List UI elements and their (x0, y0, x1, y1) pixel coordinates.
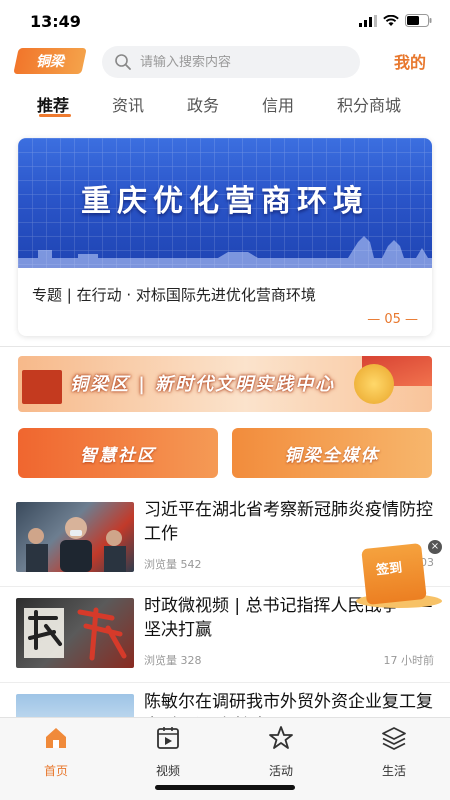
nav-home[interactable]: 首页 (26, 724, 86, 779)
banner-caption[interactable]: 专题 | 在行动 · 对标国际先进优化营商环境 (32, 284, 316, 305)
search-input[interactable] (140, 54, 340, 70)
status-icons (359, 14, 432, 27)
nav-activity-label: 活动 (268, 764, 293, 778)
tab-recommend[interactable]: 推荐 (37, 92, 69, 116)
tab-points-mall[interactable]: 积分商城 (337, 92, 401, 116)
tongliang-media-button[interactable]: 铜梁全媒体 (232, 428, 432, 478)
party-emblem-icon (354, 364, 394, 404)
video-icon (157, 727, 179, 749)
news-time: 17 小时前 (383, 654, 435, 667)
tiananmen-graphic (22, 370, 62, 404)
active-tab-indicator (39, 114, 71, 117)
search-icon (115, 54, 131, 70)
smart-community-button[interactable]: 智慧社区 (18, 428, 218, 478)
daily-signin-widget[interactable]: 签到 × (356, 540, 444, 612)
banner-page-indicator: — 05 — (367, 312, 418, 327)
home-indicator (155, 785, 295, 790)
wifi-icon (383, 14, 399, 26)
tab-credit[interactable]: 信用 (262, 92, 294, 116)
nav-video[interactable]: 视频 (138, 724, 198, 779)
status-bar: 13:49 (0, 0, 450, 44)
category-tabs: 推荐 资讯 政务 信用 积分商城 (0, 88, 450, 122)
news-title: 习近平在湖北省考察新冠肺炎疫情防控工作 (144, 500, 433, 544)
nav-activity[interactable]: 活动 (251, 724, 311, 779)
battery-icon (405, 14, 432, 27)
layers-icon (382, 727, 406, 750)
news-view-count: 浏览量 542 (144, 558, 202, 571)
nav-life-label: 生活 (381, 764, 406, 778)
signin-label: 签到 (375, 560, 403, 579)
status-time: 13:49 (30, 12, 81, 31)
logo-text: 铜梁 (36, 54, 64, 70)
search-bar[interactable] (102, 46, 360, 78)
home-icon (46, 728, 66, 748)
app-logo[interactable]: 铜梁 (13, 48, 87, 74)
people-photo-graphic (26, 517, 126, 572)
news-thumbnail (16, 502, 134, 572)
banner-image: 重庆优化营商环境 (18, 138, 432, 268)
header: 铜梁 我的 (0, 44, 450, 84)
civilization-banner-text: 铜梁区 | 新时代文明实践中心 (70, 374, 336, 395)
tab-news[interactable]: 资讯 (112, 92, 144, 116)
signal-icon (359, 14, 377, 27)
city-skyline-graphic (18, 236, 432, 268)
civilization-center-banner[interactable]: 铜梁区 | 新时代文明实践中心 (18, 356, 432, 412)
banner-carousel[interactable]: 重庆优化营商环境 专题 | 在行动 · 对标国际先进优化营商环境 — 05 — (18, 138, 432, 336)
tab-government[interactable]: 政务 (187, 92, 219, 116)
nav-video-label: 视频 (155, 764, 180, 778)
close-icon[interactable]: × (428, 540, 442, 554)
nav-home-label: 首页 (43, 764, 68, 778)
news-view-count: 浏览量 328 (144, 654, 202, 667)
banner-image-title: 重庆优化营商环境 (81, 184, 369, 219)
calligraphy-graphic (24, 607, 127, 661)
star-icon (269, 726, 293, 749)
my-profile-link[interactable]: 我的 (394, 49, 426, 73)
news-thumbnail (16, 598, 134, 668)
section-divider (0, 346, 450, 347)
nav-life[interactable]: 生活 (364, 724, 424, 779)
